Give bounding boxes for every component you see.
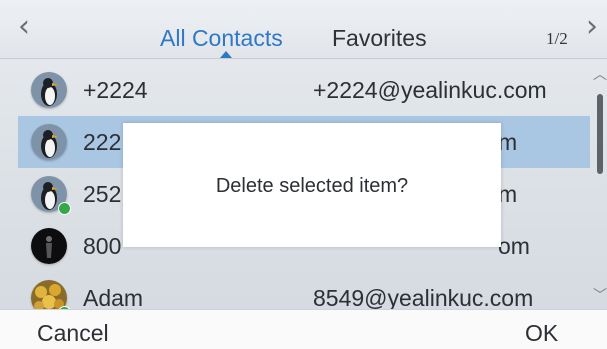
contact-name: 222	[83, 129, 122, 155]
silhouette-avatar	[31, 228, 67, 264]
scroll-down-icon[interactable]: ﹀	[593, 285, 607, 305]
contact-number: +2224@yealinkuc.com	[313, 77, 547, 103]
tab-bar: ‹ All Contacts Favorites 1/2 ›	[0, 0, 607, 59]
contact-row[interactable]: +2224 +2224@yealinkuc.com	[18, 64, 590, 116]
tab-all-contacts[interactable]: All Contacts	[160, 25, 283, 51]
phone-screen: ‹ All Contacts Favorites 1/2 › +2224 +22…	[0, 0, 607, 349]
contact-name: Adam	[83, 285, 144, 311]
penguin-avatar	[31, 72, 67, 108]
active-tab-indicator	[220, 51, 232, 58]
contact-number: 8549@yealinkuc.com	[313, 285, 534, 311]
online-status-icon	[58, 202, 71, 215]
chevron-left-icon[interactable]: ‹	[18, 12, 30, 42]
scroll-up-icon[interactable]: ︿	[593, 64, 607, 84]
delete-confirm-dialog: Delete selected item?	[123, 123, 501, 247]
dialog-message: Delete selected item?	[215, 175, 409, 197]
contact-name: 252	[83, 181, 122, 207]
ok-button[interactable]: OK	[525, 320, 558, 347]
contact-number: om	[498, 233, 530, 259]
softkey-bar: Cancel OK	[0, 309, 607, 349]
scrollbar-thumb[interactable]	[597, 94, 603, 174]
contact-name: 800	[83, 233, 122, 259]
contact-name: +2224	[83, 77, 148, 103]
tab-favorites[interactable]: Favorites	[332, 25, 427, 51]
cancel-button[interactable]: Cancel	[37, 320, 109, 347]
page-indicator: 1/2	[546, 29, 568, 48]
chevron-right-icon[interactable]: ›	[586, 12, 598, 42]
penguin-avatar	[31, 124, 67, 160]
